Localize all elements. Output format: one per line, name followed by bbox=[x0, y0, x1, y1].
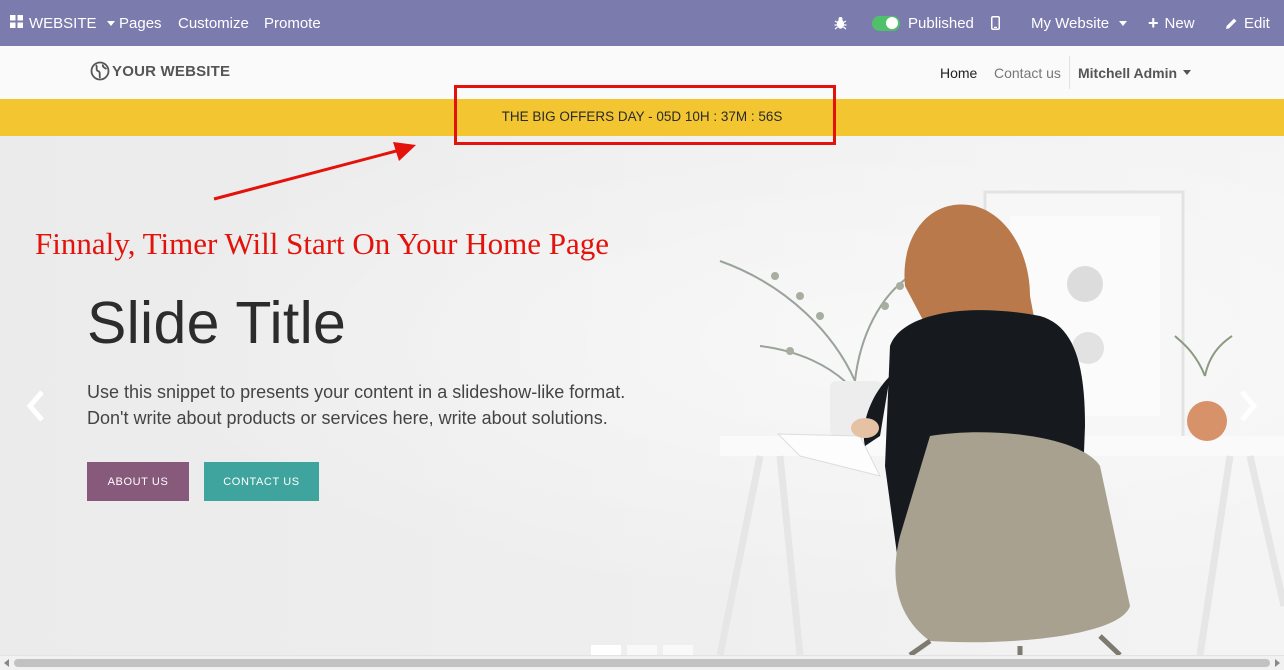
nav-home[interactable]: Home bbox=[940, 46, 977, 99]
horizontal-scrollbar[interactable] bbox=[0, 655, 1284, 670]
website-app-menu[interactable]: WEBSITE bbox=[10, 0, 115, 46]
carousel-prev-chevron-icon[interactable] bbox=[22, 388, 48, 424]
scroll-left-arrow-icon[interactable] bbox=[4, 659, 9, 667]
customize-menu[interactable]: Customize bbox=[178, 0, 249, 46]
user-menu[interactable]: Mitchell Admin bbox=[1078, 46, 1192, 99]
annotation-arrow-icon bbox=[213, 142, 416, 201]
published-label: Published bbox=[908, 14, 974, 32]
about-us-button[interactable]: ABOUT US bbox=[87, 462, 189, 501]
site-logo[interactable]: YOUR WEBSITE bbox=[90, 61, 230, 81]
chevron-down-icon bbox=[1119, 20, 1128, 26]
scroll-right-arrow-icon[interactable] bbox=[1275, 659, 1280, 667]
promote-menu[interactable]: Promote bbox=[264, 0, 321, 46]
debug-bug-icon[interactable] bbox=[834, 0, 847, 46]
publish-toggle[interactable]: Published bbox=[872, 0, 974, 46]
edit-label: Edit bbox=[1244, 14, 1270, 32]
plus-icon: + bbox=[1148, 13, 1159, 33]
globe-icon bbox=[90, 61, 110, 81]
nav-contact-us[interactable]: Contact us bbox=[994, 46, 1061, 99]
publish-switch[interactable] bbox=[872, 15, 900, 31]
slide-title: Slide Title bbox=[87, 290, 347, 356]
admin-navbar: WEBSITE Pages Customize Promote Publishe… bbox=[0, 0, 1284, 46]
timer-highlight-box bbox=[454, 85, 836, 145]
slide-description-line-1: Use this snippet to presents your conten… bbox=[87, 382, 626, 402]
apps-grid-icon bbox=[10, 14, 23, 32]
website-menu-label: WEBSITE bbox=[29, 14, 97, 32]
mobile-phone-icon bbox=[991, 16, 1000, 30]
mobile-preview-button[interactable] bbox=[991, 0, 1000, 46]
pencil-icon bbox=[1226, 18, 1237, 29]
carousel-next-chevron-icon[interactable] bbox=[1236, 388, 1262, 424]
user-name: Mitchell Admin bbox=[1078, 64, 1178, 81]
carousel-indicator-2[interactable] bbox=[627, 645, 657, 655]
chevron-down-icon bbox=[106, 20, 115, 26]
scrollbar-thumb[interactable] bbox=[14, 659, 1270, 667]
contact-us-button[interactable]: CONTACT US bbox=[204, 462, 319, 501]
slide-description: Use this snippet to presents your conten… bbox=[87, 379, 625, 431]
carousel-indicator-3[interactable] bbox=[663, 645, 693, 655]
my-website-label: My Website bbox=[1031, 14, 1110, 32]
logo-text: YOUR WEBSITE bbox=[112, 62, 231, 80]
my-website-switcher[interactable]: My Website bbox=[1031, 0, 1128, 46]
carousel-indicator-1[interactable] bbox=[591, 645, 621, 655]
new-content-button[interactable]: + New bbox=[1148, 0, 1195, 46]
chevron-down-icon bbox=[1183, 70, 1192, 75]
annotation-text: Finnaly, Timer Will Start On Your Home P… bbox=[35, 226, 610, 261]
nav-divider bbox=[1069, 56, 1070, 89]
pages-menu[interactable]: Pages bbox=[119, 0, 162, 46]
edit-button[interactable]: Edit bbox=[1225, 0, 1270, 46]
new-label: New bbox=[1164, 14, 1195, 32]
slide-description-line-2: Don't write about products or services h… bbox=[87, 408, 608, 428]
